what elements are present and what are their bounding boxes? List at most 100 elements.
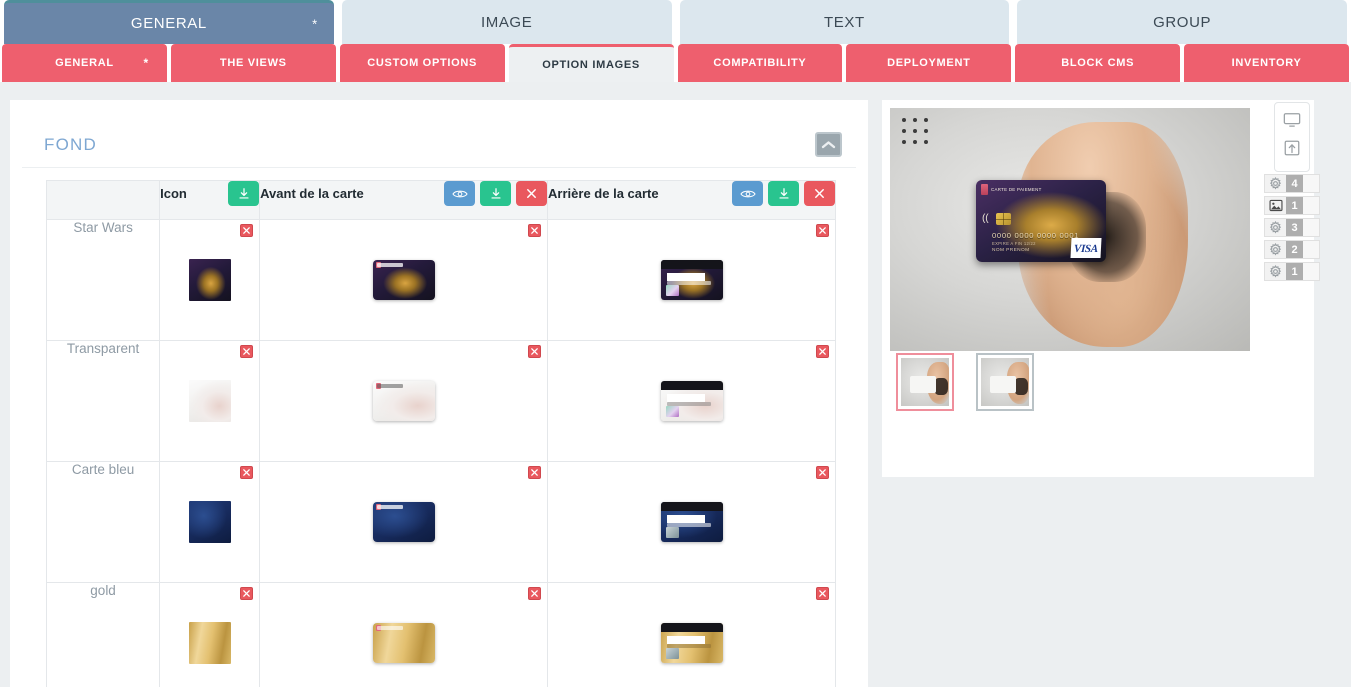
view-thumbnail-2-image	[981, 358, 1029, 406]
main-tab-general-badge: *	[312, 16, 318, 31]
layer-number: 2	[1286, 241, 1303, 258]
issuer-label-bar	[376, 263, 403, 267]
view-thumbnail-2[interactable]	[976, 353, 1034, 411]
drag-handle-icon[interactable]	[902, 118, 933, 149]
layer-row-image[interactable]: 1	[1264, 196, 1320, 215]
download-icon	[778, 187, 789, 199]
main-tab-general[interactable]: GENERAL *	[4, 0, 334, 44]
card-issuer-label: CARTE DE PAIEMENT	[991, 187, 1042, 192]
icon-thumbnail	[188, 501, 231, 543]
card-front-thumbnail	[372, 381, 435, 421]
gear-icon	[1265, 219, 1286, 236]
card-back-thumbnail	[660, 623, 723, 663]
image-icon	[1265, 197, 1286, 214]
layer-row-4[interactable]: 4	[1264, 174, 1320, 193]
layer-rail: 4 1 3 2 1	[1264, 174, 1320, 281]
card-preview[interactable]: CARTE DE PAIEMENT )) 0000 0000 0000 0001…	[976, 180, 1106, 262]
cell-back-carte-bleu[interactable]	[547, 461, 836, 583]
icon-thumbnail-wrap	[160, 220, 259, 340]
back-preview-button[interactable]	[732, 181, 763, 206]
view-thumbnail-strip	[896, 353, 1034, 411]
cell-front-transparent[interactable]	[259, 340, 549, 462]
cell-front-star-wars[interactable]	[259, 219, 549, 341]
card-brand-label: VISA	[1073, 243, 1099, 255]
issuer-label-bar	[376, 626, 403, 630]
contactless-icon: ))	[982, 213, 989, 224]
layer-row-2[interactable]: 2	[1264, 240, 1320, 259]
cell-icon-star-wars[interactable]	[159, 219, 261, 341]
cell-front-gold[interactable]	[259, 582, 549, 687]
eye-icon	[739, 190, 756, 197]
monitor-icon[interactable]	[1280, 109, 1304, 131]
icon-thumbnail	[188, 622, 231, 664]
col-header-front-label: Avant de la carte	[260, 186, 364, 201]
sub-tab-option-images[interactable]: OPTION IMAGES	[508, 44, 674, 82]
close-icon	[527, 189, 537, 198]
view-thumbnail-1-image	[901, 358, 949, 406]
sub-tab-deployment-label: DEPLOYMENT	[887, 57, 971, 69]
cell-icon-gold[interactable]	[159, 582, 261, 687]
cell-icon-transparent[interactable]	[159, 340, 261, 462]
gear-icon	[1265, 241, 1286, 258]
sub-tab-custom-options-label: CUSTOM OPTIONS	[367, 57, 478, 69]
magnetic-strip	[660, 502, 723, 511]
sub-tab-deployment[interactable]: DEPLOYMENT	[846, 44, 1012, 82]
table-row: Star Wars	[45, 219, 836, 341]
sub-tab-custom-options[interactable]: CUSTOM OPTIONS	[339, 44, 505, 82]
table-row: Transparent	[45, 340, 836, 462]
col-header-back-label: Arrière de la carte	[548, 186, 659, 201]
card-brand-logo: VISA	[1070, 238, 1102, 258]
front-preview-button[interactable]	[444, 181, 476, 206]
export-icon[interactable]	[1280, 137, 1304, 159]
main-tab-group[interactable]: GROUP	[1017, 0, 1347, 44]
hologram-icon	[665, 648, 679, 659]
card-front-thumbnail	[372, 623, 435, 663]
image-glyph	[1268, 199, 1283, 212]
cell-back-gold[interactable]	[547, 582, 836, 687]
sub-tab-the-views[interactable]: THE VIEWS	[170, 44, 336, 82]
view-thumbnail-1[interactable]	[896, 353, 954, 411]
main-tab-text[interactable]: TEXT	[679, 0, 1010, 44]
sub-tab-block-cms[interactable]: BLOCK CMS	[1015, 44, 1181, 82]
back-download-button[interactable]	[768, 181, 799, 206]
layer-row-3[interactable]: 3	[1264, 218, 1320, 237]
gear-glyph	[1269, 177, 1282, 190]
hologram-icon	[665, 285, 679, 296]
back-delete-button[interactable]	[804, 181, 835, 206]
cell-front-carte-bleu[interactable]	[259, 461, 549, 583]
signature-strip	[666, 515, 705, 523]
main-tab-image-label: IMAGE	[480, 13, 533, 31]
sub-tab-general[interactable]: GENERAL *	[2, 44, 167, 82]
col-header-icon: Icon	[159, 180, 261, 220]
cell-back-star-wars[interactable]	[547, 219, 836, 341]
layer-tail	[1303, 219, 1319, 236]
row-label-carte-bleu: Carte bleu	[45, 461, 161, 583]
issuer-label-bar	[376, 384, 403, 388]
download-icon	[490, 187, 501, 199]
main-tab-image[interactable]: IMAGE	[341, 0, 672, 44]
icon-download-button[interactable]	[228, 181, 260, 206]
col-header-front: Avant de la carte	[259, 180, 549, 220]
card-placeholder	[910, 376, 936, 393]
front-thumbnail-wrap	[260, 583, 547, 687]
layer-tail	[1303, 197, 1319, 214]
collapse-panel-button[interactable]	[815, 132, 842, 157]
front-download-button[interactable]	[480, 181, 512, 206]
hand-shadow	[1014, 378, 1028, 395]
front-delete-button[interactable]	[516, 181, 548, 206]
cell-back-transparent[interactable]	[547, 340, 836, 462]
gear-glyph	[1269, 265, 1282, 278]
close-icon	[815, 189, 824, 198]
signature-strip	[666, 273, 705, 281]
magnetic-strip	[660, 260, 723, 269]
layer-row-1[interactable]: 1	[1264, 262, 1320, 281]
preview-stage[interactable]: CARTE DE PAIEMENT )) 0000 0000 0000 0001…	[890, 108, 1250, 351]
sub-tab-the-views-label: THE VIEWS	[219, 57, 287, 69]
hologram-icon	[665, 527, 679, 538]
sub-tab-inventory-label: INVENTORY	[1231, 57, 1302, 69]
cell-icon-carte-bleu[interactable]	[159, 461, 261, 583]
sub-tab-compatibility[interactable]: COMPATIBILITY	[677, 44, 843, 82]
sub-tab-inventory[interactable]: INVENTORY	[1184, 44, 1349, 82]
row-label-star-wars: Star Wars	[45, 219, 161, 341]
icon-thumbnail-wrap	[160, 462, 259, 582]
